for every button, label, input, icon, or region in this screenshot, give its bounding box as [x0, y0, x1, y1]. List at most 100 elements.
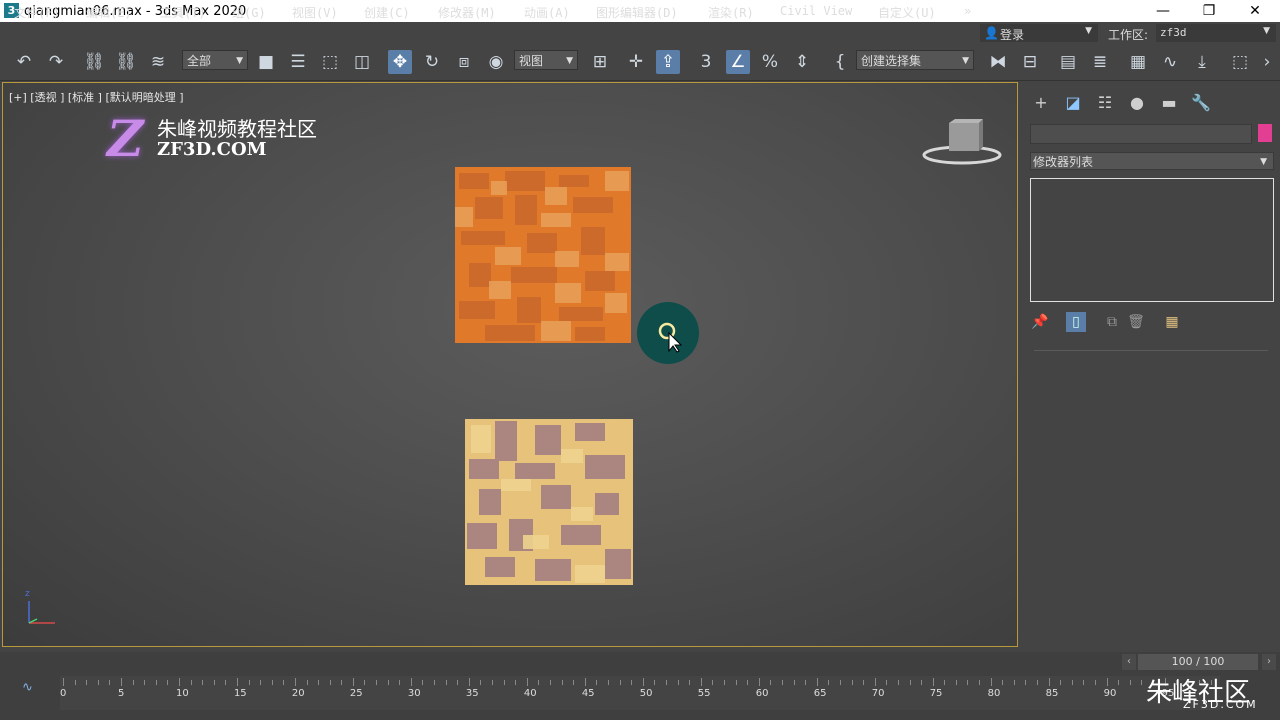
- move-icon[interactable]: ✥: [388, 50, 412, 74]
- time-slider-right-icon[interactable]: ›: [1262, 654, 1276, 670]
- menu-tools[interactable]: 工具(T): [160, 4, 206, 21]
- wall-panel-orange[interactable]: [455, 167, 635, 345]
- percent-snap-icon[interactable]: %: [758, 50, 782, 74]
- maximize-button[interactable]: ❐: [1194, 2, 1224, 20]
- named-selection-dropdown[interactable]: 创建选择集 ▼: [856, 50, 974, 70]
- timeline-tick: [445, 680, 447, 685]
- pivot-center-icon[interactable]: ⊞: [588, 50, 612, 74]
- timeline-tick: [642, 678, 644, 686]
- menu-animation[interactable]: 动画(A): [524, 4, 570, 21]
- zf3d-logo-text: 朱峰视频教程社区: [157, 117, 317, 141]
- layer-explorer-icon[interactable]: ≣: [1088, 50, 1112, 74]
- timeline-tick: [283, 680, 285, 685]
- object-name-field[interactable]: [1030, 124, 1252, 144]
- menu-graph-editors[interactable]: 图形编辑器(D): [596, 4, 678, 21]
- mirror-icon[interactable]: ⧓: [986, 50, 1010, 74]
- timeline-tick: [422, 680, 424, 685]
- curve-editor-mini-icon[interactable]: ∿: [22, 680, 33, 695]
- menu-views[interactable]: 视图(V): [292, 4, 338, 21]
- select-by-name-icon[interactable]: ☰: [286, 50, 310, 74]
- timeline-tick: [863, 680, 865, 685]
- edit-named-selection-icon[interactable]: {: [828, 50, 852, 74]
- remove-modifier-icon[interactable]: 🗑: [1126, 312, 1146, 332]
- timeline-tick: [816, 678, 818, 686]
- menu-modifiers[interactable]: 修改器(M): [438, 4, 496, 21]
- pin-stack-icon[interactable]: 📌: [1030, 312, 1050, 332]
- timeline-tick: [990, 678, 992, 686]
- select-manipulate-icon[interactable]: ✛: [624, 50, 648, 74]
- timeline-tick-label: 60: [755, 688, 769, 699]
- reference-coordinate-value: 视图: [519, 54, 544, 68]
- menu-overflow-icon[interactable]: »: [964, 4, 971, 18]
- timeline-tick: [955, 680, 957, 685]
- modify-tab-icon[interactable]: ◪: [1062, 92, 1084, 114]
- timeline-tick: [689, 680, 691, 685]
- timeline-tick: [921, 680, 923, 685]
- workspace-dropdown[interactable]: zf3d ▼: [1156, 24, 1276, 42]
- menu-rendering[interactable]: 渲染(R): [708, 4, 754, 21]
- place-icon[interactable]: ◉: [484, 50, 508, 74]
- spinner-snap-icon[interactable]: ⇕: [790, 50, 814, 74]
- schematic-view-icon[interactable]: ⤓: [1190, 50, 1214, 74]
- timeline-tick-label: 70: [871, 688, 885, 699]
- material-editor-icon[interactable]: ⬚: [1228, 50, 1252, 74]
- reference-coordinate-dropdown[interactable]: 视图 ▼: [514, 50, 578, 70]
- menu-customize[interactable]: 自定义(U): [878, 4, 936, 21]
- timeline-tick: [271, 680, 273, 685]
- timeline-tick: [1129, 680, 1131, 685]
- display-tab-icon[interactable]: ▬: [1158, 92, 1180, 114]
- modifier-stack[interactable]: [1030, 178, 1274, 302]
- timeline-tick: [631, 680, 633, 685]
- timeline-tick: [306, 680, 308, 685]
- rectangle-selection-icon[interactable]: ⬚: [318, 50, 342, 74]
- timeline-tick-label: 65: [813, 688, 827, 699]
- login-dropdown[interactable]: 👤 登录 ▼: [980, 24, 1098, 42]
- show-end-result-icon[interactable]: ▯: [1066, 312, 1086, 332]
- wall-panel-beige[interactable]: [465, 419, 637, 589]
- menu-group[interactable]: 组(G): [232, 4, 266, 21]
- snaps-toggle-icon[interactable]: 3: [694, 50, 718, 74]
- object-color-swatch[interactable]: [1258, 124, 1272, 142]
- viewcube-icon[interactable]: [921, 117, 1003, 169]
- create-tab-icon[interactable]: +: [1030, 92, 1052, 114]
- selection-filter-dropdown[interactable]: 全部 ▼: [182, 50, 248, 70]
- timeline-tick: [515, 680, 517, 685]
- motion-tab-icon[interactable]: ●: [1126, 92, 1148, 114]
- timeline-tick-label: 25: [349, 688, 363, 699]
- rotate-icon[interactable]: ↻: [420, 50, 444, 74]
- redo-icon[interactable]: ↷: [44, 50, 68, 74]
- menu-edit[interactable]: 编辑(E): [86, 4, 132, 21]
- minimize-button[interactable]: —: [1148, 2, 1178, 20]
- unlink-icon[interactable]: ⛓: [114, 50, 138, 74]
- angle-snap-icon[interactable]: ∠: [726, 50, 750, 74]
- select-object-icon[interactable]: ■: [254, 50, 278, 74]
- timeline-tick: [909, 680, 911, 685]
- menu-create[interactable]: 创建(C): [364, 4, 410, 21]
- scale-icon[interactable]: ⧈: [452, 50, 476, 74]
- curve-editor-icon[interactable]: ∿: [1158, 50, 1182, 74]
- undo-icon[interactable]: ↶: [12, 50, 36, 74]
- utilities-tab-icon[interactable]: 🔧: [1190, 92, 1212, 114]
- menu-file[interactable]: 文件(F): [14, 4, 60, 21]
- make-unique-icon[interactable]: ⧉: [1102, 312, 1122, 332]
- modifier-list-dropdown[interactable]: 修改器列表 ▼: [1030, 152, 1274, 170]
- ribbon-toggle-icon[interactable]: ▦: [1126, 50, 1150, 74]
- close-button[interactable]: ✕: [1240, 2, 1270, 20]
- toolbar-overflow-icon[interactable]: ›: [1258, 50, 1276, 74]
- time-slider-left-icon[interactable]: ‹: [1122, 654, 1136, 670]
- perspective-viewport[interactable]: [+] [透视 ] [标准 ] [默认明暗处理 ] Z 朱峰视频教程社区 ZF3…: [2, 82, 1018, 647]
- timeline-tick: [294, 678, 296, 686]
- timeline-tick: [1025, 680, 1027, 685]
- time-slider[interactable]: 100 / 100: [1138, 654, 1258, 670]
- bind-space-warp-icon[interactable]: ≋: [146, 50, 170, 74]
- configure-modifier-sets-icon[interactable]: ▦: [1162, 312, 1182, 332]
- timeline-tick: [665, 680, 667, 685]
- hierarchy-tab-icon[interactable]: ☷: [1094, 92, 1116, 114]
- align-icon[interactable]: ⊟: [1018, 50, 1042, 74]
- keyboard-shortcut-override-icon[interactable]: ⇪: [656, 50, 680, 74]
- link-icon[interactable]: ⛓: [82, 50, 106, 74]
- viewport-label[interactable]: [+] [透视 ] [标准 ] [默认明暗处理 ]: [9, 89, 184, 105]
- scene-explorer-icon[interactable]: ▤: [1056, 50, 1080, 74]
- window-crossing-icon[interactable]: ◫: [350, 50, 374, 74]
- menu-civil-view[interactable]: Civil View: [780, 4, 852, 18]
